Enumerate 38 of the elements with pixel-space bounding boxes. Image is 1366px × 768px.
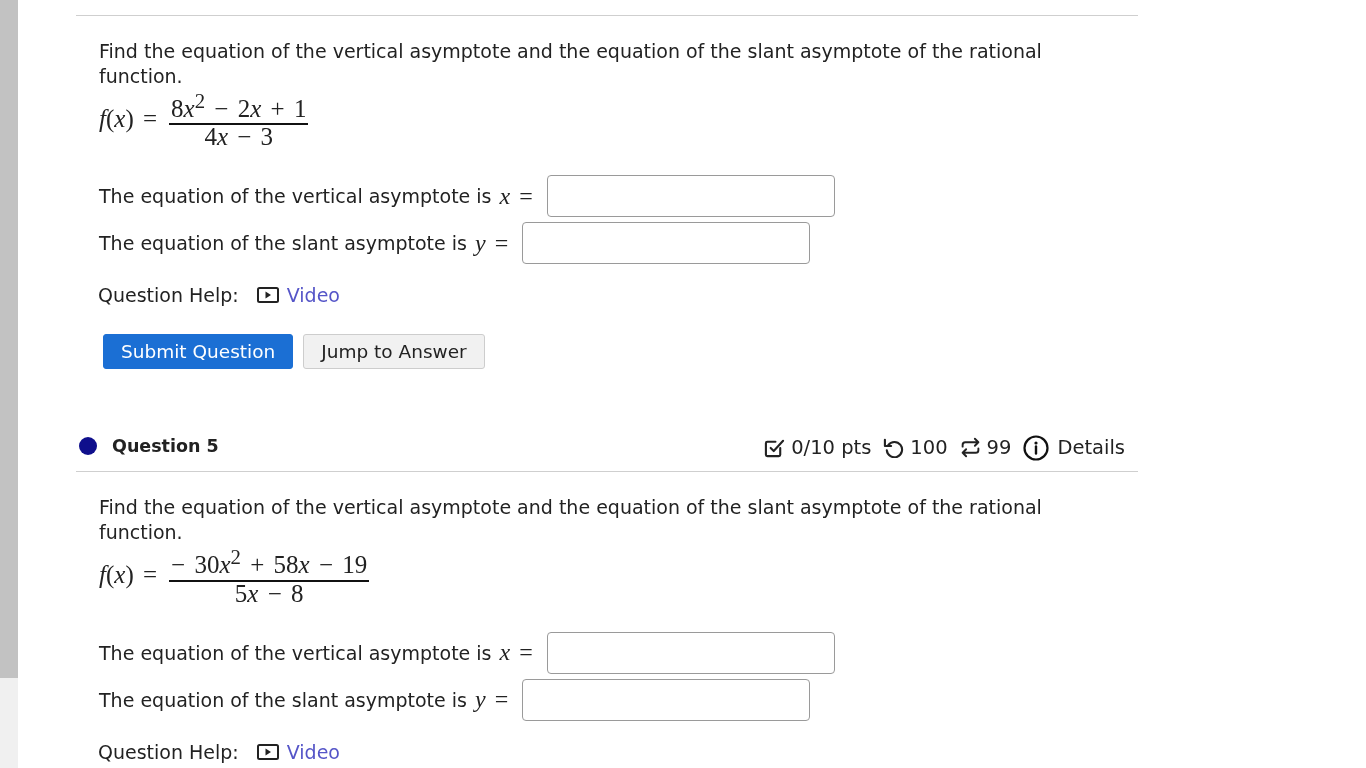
- question-prompt: Find the equation of the vertical asymptote and the equation of the slant asymptote of the rational function.: [99, 495, 1043, 546]
- answer-field[interactable]: [546, 631, 835, 674]
- play-icon[interactable]: [256, 287, 279, 304]
- answer-label: The equation of the vertical asymptote is: [99, 185, 492, 208]
- answer-variable: x =: [499, 639, 533, 667]
- answer-variable: x =: [499, 182, 533, 210]
- function-name: f(x) =: [99, 561, 158, 590]
- question-button[interactable]: Jump to Answer: [303, 334, 485, 370]
- answer-field[interactable]: [522, 222, 811, 265]
- help-label: Question Help:: [98, 741, 239, 762]
- denominator: 5x − 8: [233, 581, 305, 606]
- answer-variable: y =: [474, 229, 509, 257]
- question-button[interactable]: Submit Question: [103, 334, 294, 370]
- video-link[interactable]: Video: [286, 285, 340, 306]
- answer-label: The equation of the slant asymptote is: [99, 232, 467, 255]
- retries-text: 99: [986, 436, 1012, 460]
- answer-label: The equation of the vertical asymptote is: [99, 641, 492, 664]
- details-link[interactable]: Details: [1057, 436, 1125, 460]
- numerator: 8x$^{2}$ − 2x + 1: [170, 89, 308, 124]
- denominator: 4x − 3: [203, 125, 275, 150]
- check-square-icon: [764, 437, 786, 459]
- question-title: Question 5: [112, 435, 219, 456]
- numerator: − 30x$^{2}$ + 58x − 19: [170, 545, 369, 580]
- status-dot-icon: [79, 436, 97, 455]
- score-text: 0/10 pts: [791, 436, 872, 460]
- video-link[interactable]: Video: [286, 741, 340, 762]
- attempts-text: 100: [910, 436, 948, 460]
- help-label: Question Help:: [98, 285, 239, 306]
- answer-field[interactable]: [522, 678, 811, 721]
- answer-label: The equation of the slant asymptote is: [99, 688, 467, 711]
- play-icon[interactable]: [256, 743, 279, 760]
- question-prompt: Find the equation of the vertical asymptote and the equation of the slant asymptote of the rational function.: [99, 39, 1043, 89]
- undo-icon: [883, 437, 905, 459]
- info-icon[interactable]: [1023, 434, 1050, 461]
- function-name: f(x) =: [99, 105, 158, 134]
- answer-field[interactable]: [546, 175, 835, 218]
- answer-variable: y =: [474, 686, 509, 714]
- repeat-icon: [959, 437, 981, 459]
